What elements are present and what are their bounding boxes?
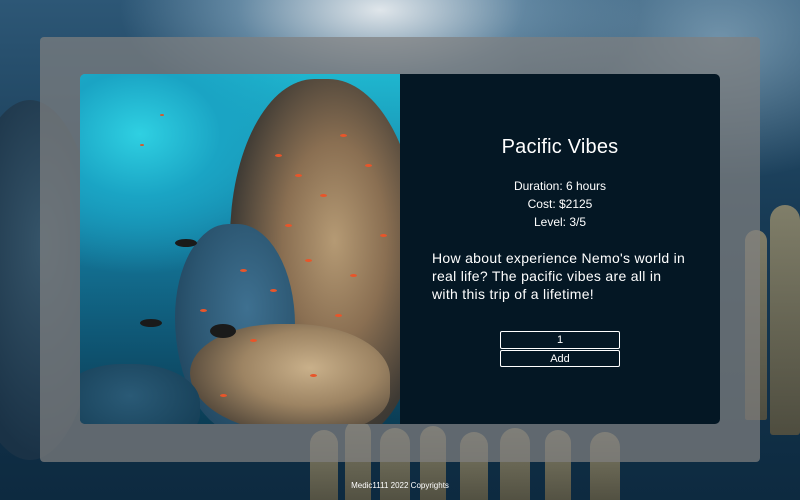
trip-duration: Duration: 6 hours — [513, 179, 607, 193]
fish — [140, 144, 144, 146]
trip-description: How about experience Nemo's world in rea… — [432, 250, 686, 302]
background-coral — [770, 205, 800, 435]
fish — [220, 394, 227, 397]
trip-level: Level: 3/5 — [533, 215, 587, 229]
fish — [270, 289, 277, 292]
dark-fish — [210, 324, 236, 338]
trip-info-panel: Pacific Vibes Duration: 6 hours Cost: $2… — [400, 74, 720, 424]
add-to-cart-form: Add — [500, 331, 620, 367]
fish — [310, 374, 317, 377]
trip-card: Pacific Vibes Duration: 6 hours Cost: $2… — [80, 74, 720, 424]
fish — [305, 259, 312, 262]
fish — [320, 194, 327, 197]
fish — [275, 154, 282, 157]
trip-cost: Cost: $2125 — [527, 197, 593, 211]
fish — [380, 234, 387, 237]
fish — [285, 224, 292, 227]
trip-title: Pacific Vibes — [501, 136, 619, 158]
footer-copyright: Medic1111 2022 Copyrights — [351, 481, 449, 490]
fish — [350, 274, 357, 277]
dark-fish — [175, 239, 197, 247]
dark-fish — [140, 319, 162, 327]
fish — [240, 269, 247, 272]
coral-reef — [190, 324, 390, 424]
add-button[interactable]: Add — [500, 350, 620, 367]
fish — [335, 314, 342, 317]
fish — [365, 164, 372, 167]
fish — [200, 309, 207, 312]
quantity-input[interactable] — [500, 331, 620, 349]
coral-reef — [80, 364, 200, 424]
fish — [250, 339, 257, 342]
fish — [340, 134, 347, 137]
fish — [295, 174, 302, 177]
trip-image — [80, 74, 400, 424]
fish — [160, 114, 164, 116]
